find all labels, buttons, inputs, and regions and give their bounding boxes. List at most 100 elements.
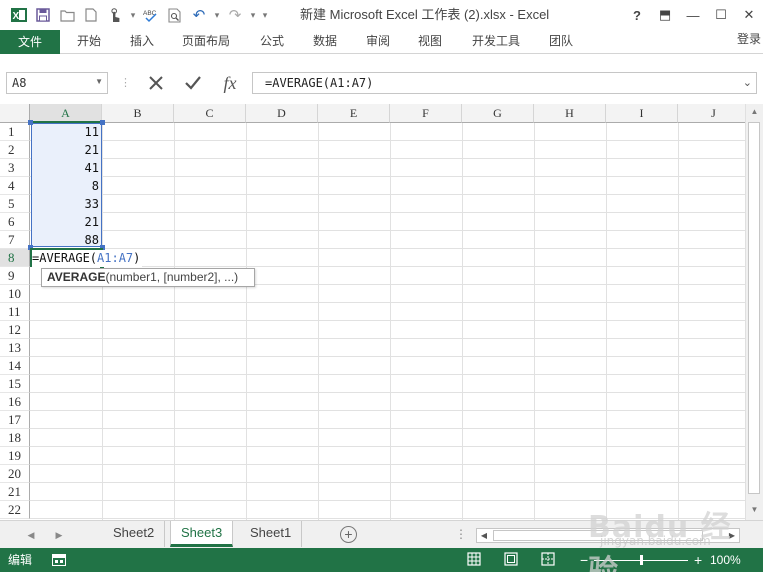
vertical-scrollbar[interactable]: ▲ ▼ (745, 104, 763, 520)
horizontal-scroll-thumb[interactable] (493, 530, 703, 541)
cell-a4[interactable]: 8 (31, 177, 99, 195)
excel-app-icon[interactable]: X (8, 4, 30, 26)
customize-qat-icon[interactable]: ▾ (260, 4, 270, 26)
range-handle-top-right[interactable] (100, 120, 105, 125)
column-header-j[interactable]: J (678, 104, 745, 123)
normal-view-icon[interactable] (466, 552, 482, 568)
tab-data[interactable]: 数据 (313, 30, 337, 54)
row-header-10[interactable]: 10 (0, 285, 30, 303)
column-header-d[interactable]: D (246, 104, 318, 123)
close-button[interactable]: ✕ (735, 0, 763, 30)
row-header-18[interactable]: 18 (0, 429, 30, 447)
cell-a6[interactable]: 21 (31, 213, 99, 231)
undo-dropdown-icon[interactable]: ▾ (212, 4, 222, 26)
function-tooltip[interactable]: AVERAGE(number1, [number2], ...) (41, 268, 255, 287)
redo-dropdown-icon[interactable]: ▾ (248, 4, 258, 26)
zoom-out-button[interactable]: − (580, 551, 588, 569)
column-header-f[interactable]: F (390, 104, 462, 123)
new-document-icon[interactable] (80, 4, 102, 26)
tab-formulas[interactable]: 公式 (260, 30, 284, 54)
insert-function-icon[interactable]: fx (216, 72, 244, 94)
row-header-15[interactable]: 15 (0, 375, 30, 393)
next-sheet-icon[interactable]: ▶ (52, 527, 66, 543)
row-header-21[interactable]: 21 (0, 483, 30, 501)
sheet-tab-sheet1[interactable]: Sheet1 (240, 521, 303, 547)
column-header-c[interactable]: C (174, 104, 246, 123)
row-header-5[interactable]: 5 (0, 195, 30, 213)
tooltip-function-name[interactable]: AVERAGE (47, 270, 105, 284)
row-header-7[interactable]: 7 (0, 231, 30, 249)
zoom-in-button[interactable]: + (694, 551, 702, 569)
help-button[interactable]: ? (623, 0, 651, 30)
sheet-tab-sheet3[interactable]: Sheet3 (170, 521, 234, 547)
print-preview-icon[interactable] (164, 4, 186, 26)
open-folder-icon[interactable] (56, 4, 78, 26)
row-header-3[interactable]: 3 (0, 159, 30, 177)
row-header-11[interactable]: 11 (0, 303, 30, 321)
vertical-scroll-thumb[interactable] (748, 122, 760, 494)
cell-a2[interactable]: 21 (31, 141, 99, 159)
ribbon-display-options-icon[interactable]: ⬒ (651, 0, 679, 30)
scroll-right-arrow-icon[interactable]: ▶ (725, 529, 739, 542)
column-header-b[interactable]: B (102, 104, 174, 123)
undo-icon[interactable]: ↶ (188, 4, 210, 26)
scroll-down-arrow-icon[interactable]: ▼ (746, 502, 763, 518)
cell-a5[interactable]: 33 (31, 195, 99, 213)
new-sheet-plus-icon[interactable]: + (340, 526, 357, 543)
enter-check-icon[interactable] (179, 72, 207, 94)
column-header-i[interactable]: I (606, 104, 678, 123)
cancel-icon[interactable] (142, 72, 170, 94)
row-header-4[interactable]: 4 (0, 177, 30, 195)
row-header-13[interactable]: 13 (0, 339, 30, 357)
column-header-e[interactable]: E (318, 104, 390, 123)
sheet-tab-sheet2[interactable]: Sheet2 (103, 521, 166, 547)
name-box-dropdown-icon[interactable]: ▼ (95, 77, 103, 86)
formula-input[interactable]: =AVERAGE(A1:A7) ⌄ (252, 72, 757, 94)
column-header-a[interactable]: A (30, 104, 102, 123)
maximize-button[interactable]: ☐ (707, 0, 735, 30)
column-header-h[interactable]: H (534, 104, 606, 123)
tab-split-handle-icon[interactable]: ⋮ (455, 527, 467, 541)
row-header-19[interactable]: 19 (0, 447, 30, 465)
touch-mode-dropdown-icon[interactable]: ▾ (128, 4, 138, 26)
spelling-check-icon[interactable]: ABC (140, 4, 162, 26)
tab-review[interactable]: 审阅 (366, 30, 390, 54)
horizontal-scrollbar[interactable]: ◀ ▶ (476, 528, 740, 543)
row-header-22[interactable]: 22 (0, 501, 30, 519)
column-header-g[interactable]: G (462, 104, 534, 123)
login-link[interactable]: 登录 (737, 28, 761, 52)
select-all-corner[interactable] (0, 104, 30, 123)
scroll-left-arrow-icon[interactable]: ◀ (477, 529, 491, 542)
cell-a1[interactable]: 11 (31, 123, 99, 141)
row-header-14[interactable]: 14 (0, 357, 30, 375)
redo-icon[interactable]: ↷ (224, 4, 246, 26)
prev-sheet-icon[interactable]: ◀ (24, 527, 38, 543)
row-header-17[interactable]: 17 (0, 411, 30, 429)
scroll-up-arrow-icon[interactable]: ▲ (746, 104, 763, 120)
zoom-slider-knob[interactable] (640, 555, 643, 565)
zoom-level[interactable]: 100% (710, 548, 741, 572)
formula-bar-grip-icon[interactable]: ⋮ (120, 76, 131, 90)
tab-home[interactable]: 开始 (77, 30, 101, 54)
minimize-button[interactable]: — (679, 0, 707, 30)
page-break-preview-icon[interactable] (540, 552, 556, 568)
cell-edit-text[interactable]: =AVERAGE(A1:A7) (32, 250, 143, 267)
page-layout-view-icon[interactable] (503, 552, 519, 568)
row-header-9[interactable]: 9 (0, 267, 30, 285)
tab-file[interactable]: 文件 (0, 30, 60, 54)
worksheet-grid[interactable]: ABCDEFGHIJ 1 2 3 4 5 6 7 8 9 10 11 12 13 14 15 16 17 18 19… (0, 104, 745, 520)
cell-a3[interactable]: 41 (31, 159, 99, 177)
row-header-12[interactable]: 12 (0, 321, 30, 339)
row-header-20[interactable]: 20 (0, 465, 30, 483)
tab-insert[interactable]: 插入 (130, 30, 154, 54)
tab-developer[interactable]: 开发工具 (472, 30, 520, 54)
save-icon[interactable] (32, 4, 54, 26)
tab-view[interactable]: 视图 (418, 30, 442, 54)
row-header-1[interactable]: 1 (0, 123, 30, 141)
touch-mode-icon[interactable] (104, 4, 126, 26)
tab-page-layout[interactable]: 页面布局 (182, 30, 230, 54)
macro-recording-icon[interactable] (52, 554, 66, 566)
expand-formula-bar-icon[interactable]: ⌄ (743, 76, 752, 89)
row-header-6[interactable]: 6 (0, 213, 30, 231)
name-box[interactable]: A8 ▼ (6, 72, 108, 94)
